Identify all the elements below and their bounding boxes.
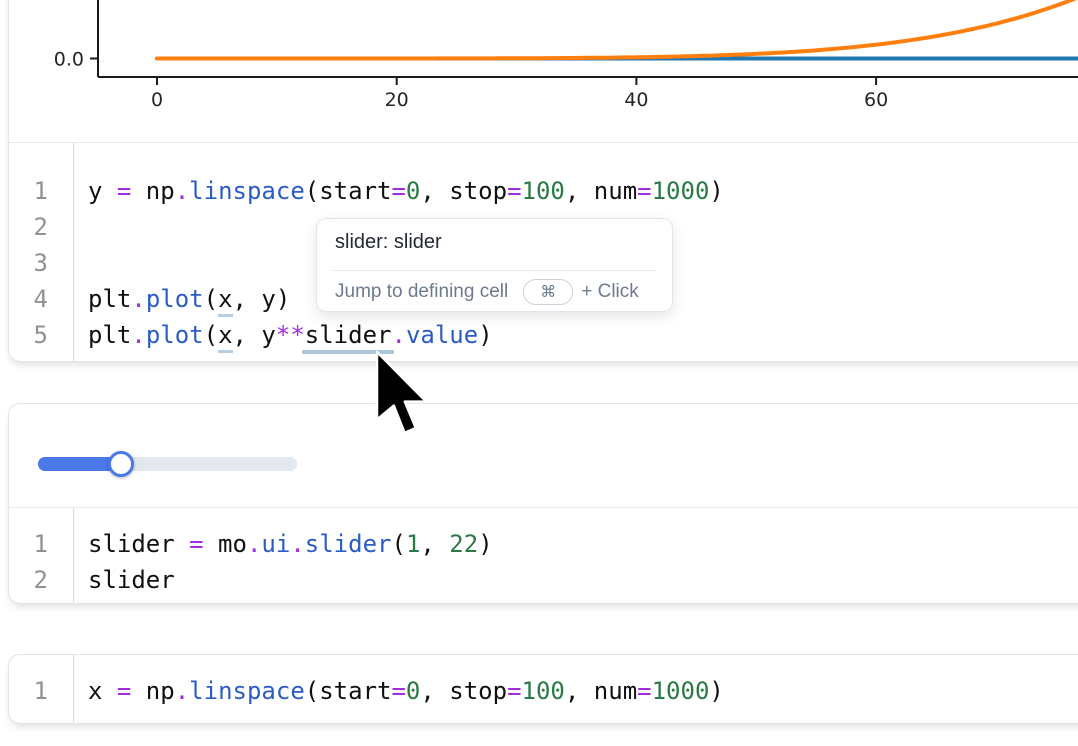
code-token: mo xyxy=(204,530,247,558)
code-token: linspace xyxy=(189,677,305,705)
code-token: = xyxy=(117,177,131,205)
variable-tooltip: slider: slider Jump to defining cell ⌘ +… xyxy=(316,218,673,312)
code-editor[interactable]: 1slider = mo.ui.slider(1, 22)2slider xyxy=(9,508,1078,603)
code-token: = xyxy=(507,677,521,705)
code-line[interactable]: 1x = np.linspace(start=0, stop=100, num=… xyxy=(9,673,1078,709)
code-line[interactable]: 1y = np.linspace(start=0, stop=100, num=… xyxy=(9,173,1078,209)
code-token: np xyxy=(131,677,174,705)
code-token: 0 xyxy=(406,177,420,205)
code-token: 100 xyxy=(522,677,565,705)
code-token: ui xyxy=(261,530,290,558)
tooltip-variable-name: slider: slider xyxy=(335,231,442,254)
code-token: plt xyxy=(88,321,131,349)
line-number: 1 xyxy=(9,526,48,562)
code-text[interactable]: plt.plot(x, y) xyxy=(88,281,290,317)
line-number: 5 xyxy=(9,317,48,353)
code-line[interactable]: 5plt.plot(x, y**slider.value) xyxy=(9,317,1078,353)
tooltip-click-hint: + Click xyxy=(581,281,639,303)
gutter-divider xyxy=(73,143,74,361)
code-token: linspace xyxy=(189,177,305,205)
code-token: plot xyxy=(146,285,204,313)
code-token: . xyxy=(247,530,261,558)
command-key-badge: ⌘ xyxy=(523,279,573,305)
code-token: , xyxy=(420,530,449,558)
code-token: . xyxy=(175,177,189,205)
line-number: 1 xyxy=(9,173,48,209)
code-token: 100 xyxy=(522,177,565,205)
code-token: , num xyxy=(565,677,637,705)
code-token: 1 xyxy=(406,530,420,558)
gutter-divider xyxy=(73,508,74,603)
code-token: np xyxy=(131,177,174,205)
slider-widget[interactable] xyxy=(38,450,297,478)
code-token: = xyxy=(507,177,521,205)
code-token: 0 xyxy=(406,677,420,705)
code-token: slider xyxy=(88,566,175,594)
code-token: x xyxy=(88,677,117,705)
line-number: 1 xyxy=(9,673,48,709)
code-editor[interactable]: 1x = np.linspace(start=0, stop=100, num=… xyxy=(9,655,1078,723)
code-token: ) xyxy=(709,677,723,705)
code-token: ( xyxy=(391,530,405,558)
code-token: ( xyxy=(204,321,218,349)
tooltip-action-label: Jump to defining cell xyxy=(335,281,508,303)
code-text[interactable]: x = np.linspace(start=0, stop=100, num=1… xyxy=(88,673,724,709)
code-token: . xyxy=(290,530,304,558)
code-token: , stop xyxy=(420,177,507,205)
slider-thumb[interactable] xyxy=(108,451,134,477)
code-token: 1000 xyxy=(652,677,710,705)
line-number: 2 xyxy=(9,209,48,245)
code-token: (start xyxy=(305,177,392,205)
code-text[interactable]: slider = mo.ui.slider(1, 22) xyxy=(88,526,493,562)
code-token: ) xyxy=(478,321,492,349)
code-token: . xyxy=(131,285,145,313)
variable-reference[interactable]: slider xyxy=(302,321,395,354)
code-token: = xyxy=(391,677,405,705)
code-text[interactable]: y = np.linspace(start=0, stop=100, num=1… xyxy=(88,173,724,209)
variable-reference[interactable]: x xyxy=(218,285,232,317)
code-line[interactable]: 2 slider xyxy=(9,562,1078,598)
code-token: = xyxy=(391,177,405,205)
cell-x: 1x = np.linspace(start=0, stop=100, num=… xyxy=(8,654,1078,724)
code-token: = xyxy=(189,530,203,558)
code-text[interactable]: plt.plot(x, y**slider.value) xyxy=(88,317,493,353)
line-number: 2 xyxy=(9,562,48,598)
code-token: plot xyxy=(146,321,204,349)
code-token: (start xyxy=(305,677,392,705)
code-token: ( xyxy=(204,285,218,313)
code-token: ** xyxy=(276,321,305,349)
code-token: slider xyxy=(305,530,392,558)
code-token: 22 xyxy=(449,530,478,558)
code-token: = xyxy=(637,177,651,205)
line-number: 4 xyxy=(9,281,48,317)
code-token: ) xyxy=(709,177,723,205)
code-token: = xyxy=(117,677,131,705)
code-token: 1000 xyxy=(652,177,710,205)
code-token: slider xyxy=(88,530,189,558)
code-token: value xyxy=(406,321,478,349)
code-token: ) xyxy=(478,530,492,558)
code-token: , stop xyxy=(420,677,507,705)
code-token: , y) xyxy=(233,285,291,313)
code-token: , num xyxy=(565,177,637,205)
gutter-divider xyxy=(73,655,74,723)
code-text[interactable]: slider xyxy=(88,562,175,598)
code-token: . xyxy=(175,677,189,705)
code-line[interactable]: 1slider = mo.ui.slider(1, 22) xyxy=(9,526,1078,562)
code-token: = xyxy=(637,677,651,705)
code-token: , y xyxy=(233,321,276,349)
cell-slider: 1slider = mo.ui.slider(1, 22)2slider xyxy=(8,403,1078,604)
variable-reference[interactable]: x xyxy=(218,321,232,353)
code-token: . xyxy=(131,321,145,349)
code-token: . xyxy=(391,321,405,349)
line-number: 3 xyxy=(9,245,48,281)
code-token: y xyxy=(88,177,117,205)
code-token: plt xyxy=(88,285,131,313)
